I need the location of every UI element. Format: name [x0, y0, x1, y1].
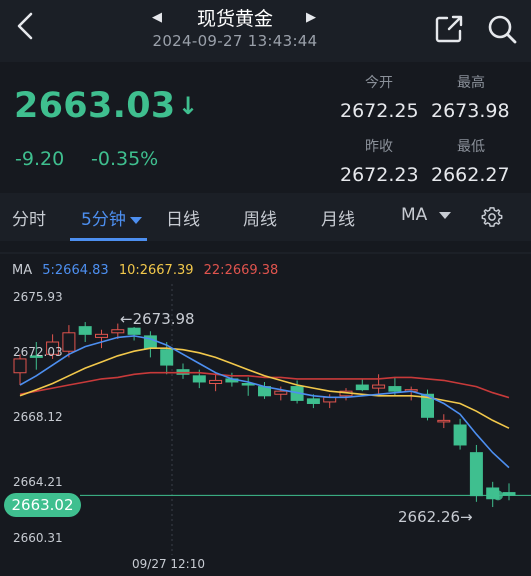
prev-close-label: 昨收 — [365, 139, 393, 155]
ma-legend-title: MA — [12, 263, 33, 278]
candle-body — [127, 327, 141, 335]
last-price: 2663.03 — [14, 86, 176, 126]
y-tick-label: 2668.12 — [13, 410, 63, 424]
high-annotation: ←2673.98 — [120, 310, 195, 328]
back-arrow-icon[interactable] — [10, 10, 42, 42]
period-tabs: 分时 5分钟 日线 周线 月线 MA — [0, 193, 531, 241]
high-value: 2673.98 — [431, 100, 510, 122]
tab-daily[interactable]: 日线 — [166, 205, 200, 230]
current-price-tag: 2663.02 — [4, 493, 81, 517]
down-arrow-icon: ↓ — [178, 92, 199, 120]
next-instrument-icon[interactable]: ▶ — [306, 10, 316, 25]
candle-body — [78, 326, 92, 335]
ma5-value: 5:2664.83 — [42, 263, 109, 278]
y-tick-label: 2675.93 — [13, 290, 63, 304]
ma22-value: 22:2669.38 — [203, 263, 279, 278]
candle-body — [306, 398, 320, 404]
candle-body — [453, 424, 467, 446]
candle-body — [111, 329, 125, 334]
title-area: ◀ 现货黄金 ▶ — [140, 4, 330, 31]
tab-ma-label: MA — [401, 205, 428, 225]
candle-body — [372, 384, 386, 389]
prev-close-value: 2672.23 — [340, 164, 419, 186]
candle-body — [62, 332, 76, 352]
low-label: 最低 — [457, 139, 485, 155]
current-price-dot — [493, 490, 503, 501]
price-change: -9.20 — [15, 148, 65, 170]
y-tick-label: 2664.21 — [13, 475, 63, 489]
candle-body — [13, 358, 27, 374]
candle-body — [469, 452, 483, 497]
instrument-title: 现货黄金 — [196, 8, 273, 30]
tab-indicator-ma[interactable]: MA — [401, 205, 452, 225]
low-value: 2662.27 — [431, 164, 510, 186]
tab-weekly[interactable]: 周线 — [243, 205, 277, 230]
ma-legend: MA 5:2664.83 10:2667.39 22:2669.38 — [12, 263, 284, 278]
previous-instrument-icon[interactable]: ◀ — [152, 10, 162, 25]
candle-body — [209, 379, 223, 385]
candle-body — [192, 375, 206, 383]
ma10-value: 10:2667.39 — [118, 263, 194, 278]
candle-body — [388, 386, 402, 392]
x-axis-time-label: 09/27 12:10 — [132, 557, 205, 571]
candle-body — [437, 419, 451, 423]
open-label: 今开 — [365, 75, 393, 91]
tab-5min-label: 5分钟 — [81, 210, 126, 230]
tab-timeshare[interactable]: 分时 — [12, 205, 46, 230]
quote-panel: 2663.03 ↓ -9.20 -0.35% 今开 2672.25 最高 267… — [0, 62, 531, 192]
chevron-down-icon — [439, 211, 452, 219]
search-icon[interactable] — [486, 13, 518, 45]
high-label: 最高 — [457, 75, 485, 91]
ma5-line — [19, 335, 510, 469]
candle-body — [355, 384, 369, 391]
y-tick-label: 2660.31 — [13, 531, 63, 545]
gear-icon[interactable] — [481, 206, 503, 228]
candle-body — [160, 349, 174, 366]
price-change-percent: -0.35% — [91, 148, 159, 170]
quote-datetime: 2024-09-27 13:43:44 — [152, 32, 318, 50]
top-bar: ◀ 现货黄金 ▶ 2024-09-27 13:43:44 — [0, 0, 531, 62]
tab-monthly[interactable]: 月线 — [321, 205, 355, 230]
y-tick-label: 2672.03 — [13, 345, 63, 359]
candle-body — [274, 390, 288, 395]
low-annotation: 2662.26→ — [398, 508, 473, 526]
candle-body — [95, 333, 108, 338]
share-icon[interactable] — [434, 14, 464, 44]
chevron-down-icon — [129, 216, 142, 224]
tab-5min[interactable]: 5分钟 — [81, 205, 142, 230]
open-value: 2672.25 — [340, 100, 419, 122]
